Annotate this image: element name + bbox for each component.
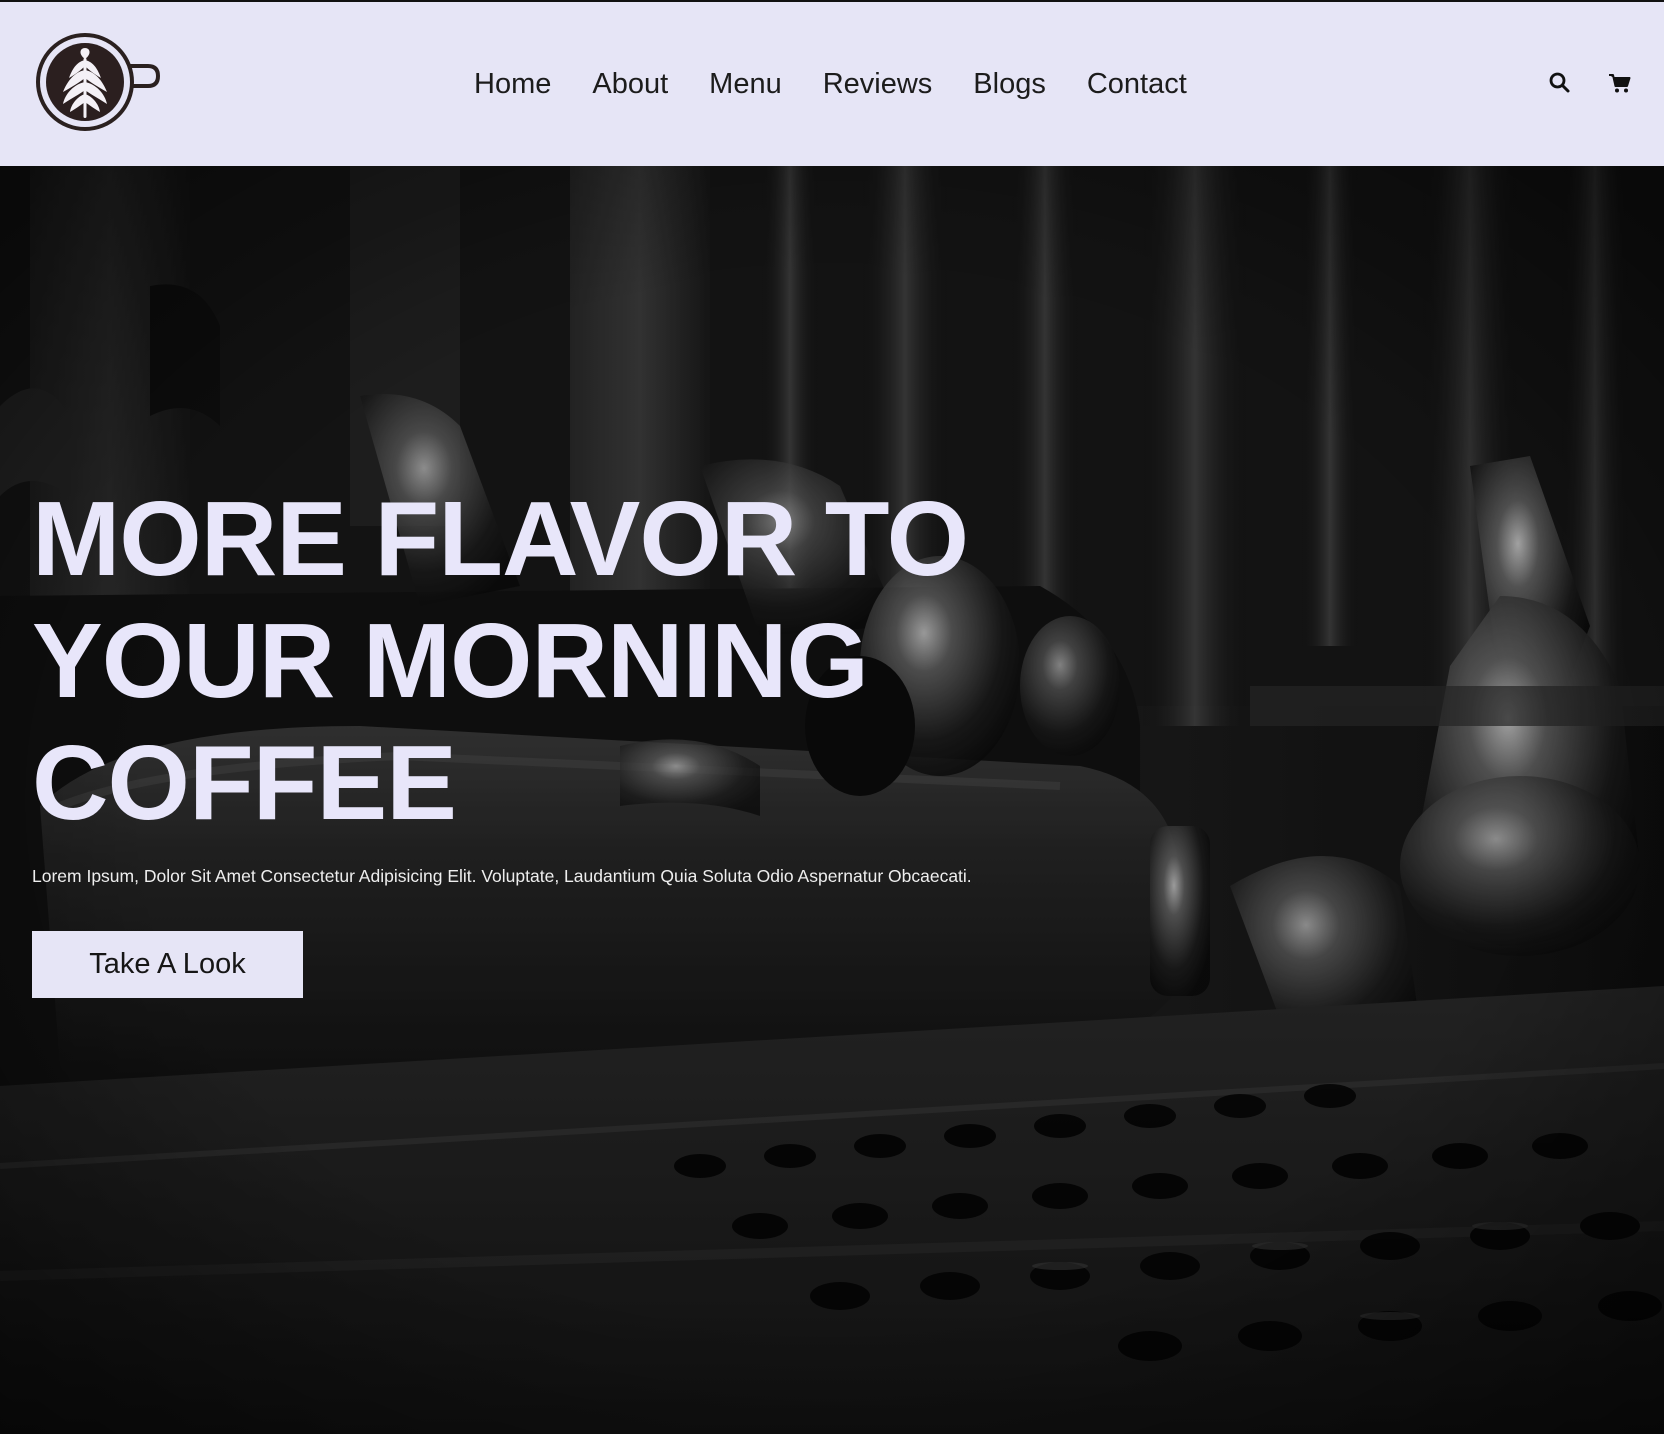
site-header: Home About Menu Reviews Blogs Contact	[0, 0, 1664, 166]
nav-item-contact[interactable]: Contact	[1087, 64, 1187, 104]
nav-item-menu[interactable]: Menu	[709, 64, 782, 104]
nav-item-about[interactable]: About	[592, 64, 668, 104]
search-button[interactable]	[1547, 70, 1573, 96]
hero-title-line-2: YOUR MORNING	[32, 602, 869, 720]
take-a-look-button[interactable]: Take A Look	[32, 931, 303, 998]
logo-link[interactable]	[36, 32, 164, 136]
main-nav: Home About Menu Reviews Blogs Contact	[474, 64, 1187, 104]
cart-icon	[1609, 74, 1631, 93]
hero-subtitle: Lorem Ipsum, Dolor Sit Amet Consectetur …	[32, 866, 972, 886]
hero-title-line-3: COFFEE	[32, 724, 457, 842]
cart-button[interactable]	[1607, 70, 1633, 96]
latte-art-cup-icon	[36, 33, 161, 131]
page: Home About Menu Reviews Blogs Contact MO…	[0, 0, 1664, 1434]
hero-title-line-1: MORE FLAVOR TO	[32, 480, 969, 598]
hero-title: MORE FLAVOR TO YOUR MORNING COFFEE	[32, 478, 1032, 844]
nav-item-home[interactable]: Home	[474, 64, 551, 104]
nav-item-blogs[interactable]: Blogs	[973, 64, 1046, 104]
nav-item-reviews[interactable]: Reviews	[823, 64, 933, 104]
search-icon	[1549, 72, 1570, 93]
hero-section: MORE FLAVOR TO YOUR MORNING COFFEE Lorem…	[0, 166, 1664, 1434]
